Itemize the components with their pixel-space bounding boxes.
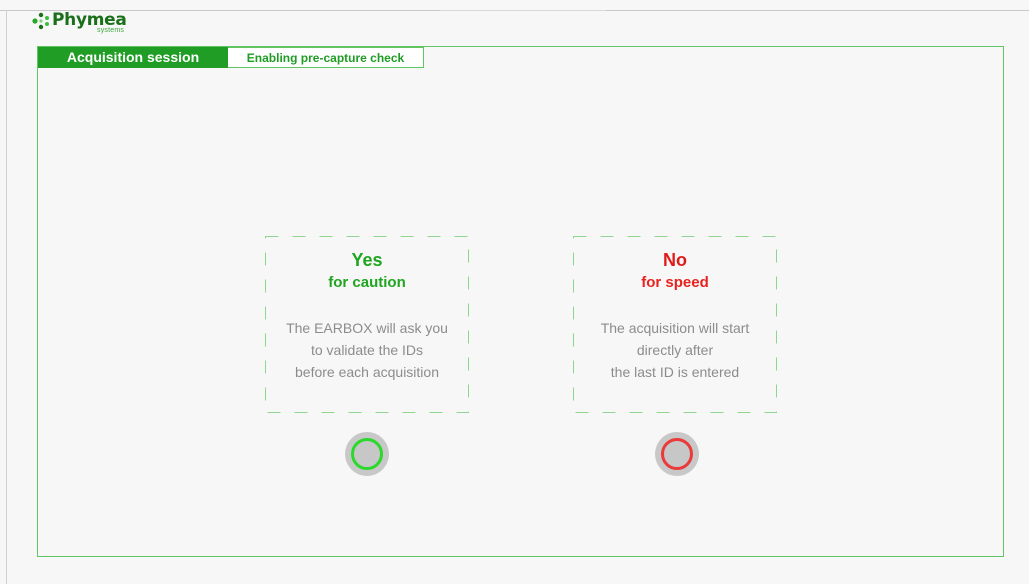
no-subtitle: for speed [641,274,709,291]
window-top-border-right [606,10,1029,11]
yes-description-line: to validate the IDs [310,342,424,358]
phymea-logo: Phymea systems [32,12,127,34]
no-button[interactable] [655,432,699,476]
no-title: No [663,250,687,270]
no-description-line: The acquisition will start [600,320,750,336]
red-ring-icon [661,438,693,470]
no-description-line: the last ID is entered [610,364,740,380]
window-left-border [6,10,7,584]
yes-description-line: before each acquisition [295,364,439,380]
yes-button[interactable] [345,432,389,476]
session-title: Acquisition session [38,47,228,68]
top-pull-tab[interactable] [440,0,606,11]
molecule-icon [32,12,49,30]
yes-subtitle: for caution [328,274,406,291]
no-description: The acquisition will start directly afte… [573,317,777,383]
yes-title: Yes [351,250,383,270]
logo-subtitle: systems [97,27,125,34]
green-ring-icon [351,438,383,470]
yes-option-card[interactable]: Yes for caution The EARBOX will ask you … [265,236,469,413]
acquisition-session-panel [37,46,1004,557]
session-subtitle: Enabling pre-capture check [228,47,424,68]
no-description-line: directly after [636,342,714,358]
no-option-card[interactable]: No for speed The acquisition will start … [573,236,777,413]
yes-description: The EARBOX will ask you to validate the … [265,317,469,383]
yes-description-line: The EARBOX will ask you [286,320,448,336]
